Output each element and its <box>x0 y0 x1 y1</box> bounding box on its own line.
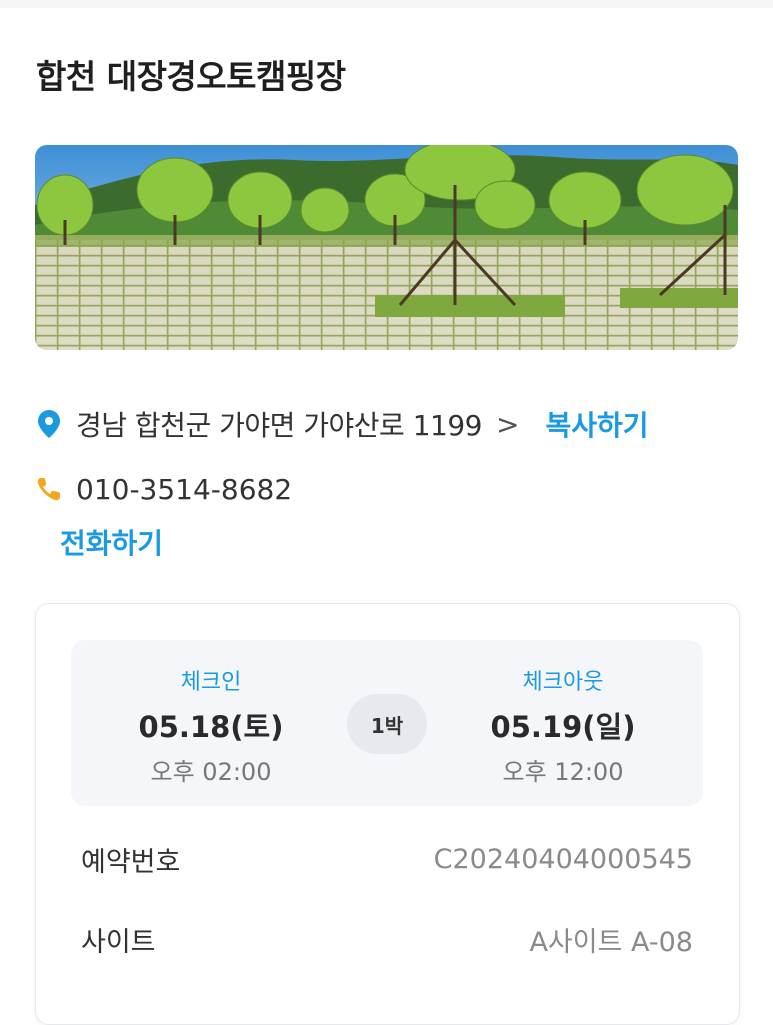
top-bar <box>0 0 773 8</box>
checkout-date: 05.19(일) <box>490 710 636 744</box>
phone-number: 010-3514-8682 <box>76 472 293 506</box>
nights-badge: 1박 <box>347 694 427 754</box>
checkout-block: 체크아웃 05.19(일) 오후 12:00 <box>443 664 683 787</box>
address-row[interactable]: 경남 합천군 가야면 가야산로 1199 > 복사하기 <box>36 402 649 446</box>
location-pin-icon <box>36 409 62 439</box>
site-value: A사이트 A-08 <box>529 927 693 958</box>
copy-address-button[interactable]: 복사하기 <box>545 404 648 444</box>
address-text: 경남 합천군 가야면 가야산로 1199 <box>76 409 482 442</box>
checkin-block: 체크인 05.18(토) 오후 02:00 <box>91 664 331 787</box>
phone-row: 010-3514-8682 <box>36 469 292 509</box>
chevron-right-icon[interactable]: > <box>496 408 519 441</box>
site-label: 사이트 <box>81 927 156 958</box>
reservation-card: 체크인 05.18(토) 오후 02:00 1박 체크아웃 05.19(일) 오… <box>35 603 740 1025</box>
reservation-number-label: 예약번호 <box>81 847 181 878</box>
checkin-time: 오후 02:00 <box>150 758 272 786</box>
checkout-label: 체크아웃 <box>522 670 604 695</box>
site-row: 사이트 A사이트 A-08 <box>81 920 693 959</box>
reservation-number-row: 예약번호 C20240404000545 <box>81 840 693 879</box>
campsite-photo <box>35 145 738 350</box>
phone-icon <box>36 474 62 504</box>
checkin-date: 05.18(토) <box>138 710 284 744</box>
call-button[interactable]: 전화하기 <box>60 522 163 562</box>
reservation-number-value: C20240404000545 <box>433 844 693 875</box>
checkin-label: 체크인 <box>180 670 242 695</box>
stay-dates-panel: 체크인 05.18(토) 오후 02:00 1박 체크아웃 05.19(일) 오… <box>71 640 703 806</box>
checkout-time: 오후 12:00 <box>502 758 624 786</box>
page-title: 합천 대장경오토캠핑장 <box>36 57 346 96</box>
